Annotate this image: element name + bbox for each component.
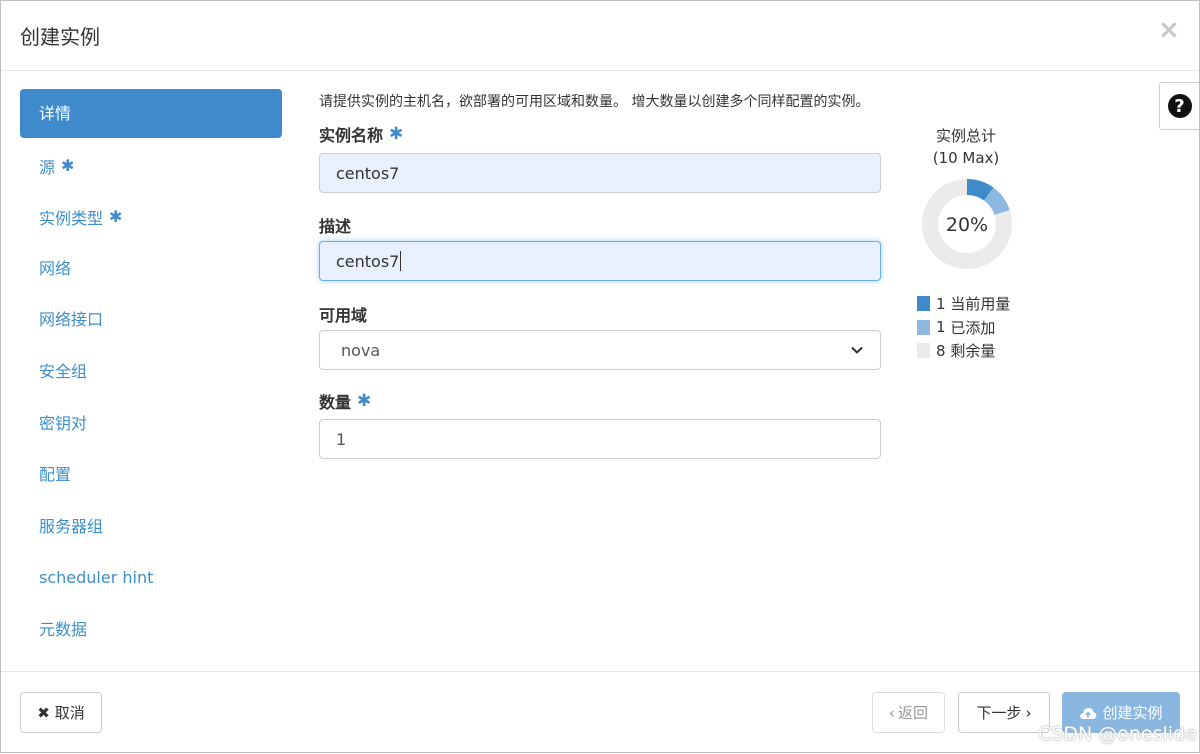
sidebar-item-label: 实例类型 — [39, 209, 104, 229]
legend-count: 1 — [936, 318, 946, 337]
sidebar-item-source[interactable]: 源 ✱ — [20, 141, 282, 190]
sidebar-item-label: 详情 — [39, 104, 72, 123]
create-instance-dialog: 创建实例 × ? 详情 源 ✱ 实例类型 ✱ 网络 网络接口 安全组 密钥对 配置 — [0, 0, 1200, 753]
close-icon[interactable]: × — [1158, 15, 1180, 45]
create-instance-label: 创建实例 — [1102, 704, 1163, 722]
legend-label: 已添加 — [950, 318, 996, 337]
help-button[interactable]: ? — [1159, 82, 1199, 130]
chart-title: 实例总计 — [935, 127, 996, 145]
availability-zone-label: 可用域 — [319, 306, 368, 325]
sidebar-item-flavor[interactable]: 实例类型 ✱ — [20, 192, 282, 241]
watermark: CSDN @oneslide — [1038, 723, 1197, 745]
sidebar-item-label: 网络 — [39, 258, 72, 278]
instance-name-label: 实例名称 ✱ — [319, 122, 403, 146]
close-icon: ✖ — [37, 703, 50, 722]
legend-count: 8 — [936, 341, 946, 360]
description-value: centos7 — [336, 251, 400, 271]
modal-title: 创建实例 — [20, 25, 100, 49]
sidebar-item-label: 源 — [39, 157, 56, 177]
legend-swatch — [917, 319, 930, 335]
sidebar-item-label: 配置 — [39, 465, 72, 485]
donut-center-label: 20% — [946, 214, 988, 236]
donut-slice-0 — [966, 179, 994, 201]
question-icon: ? — [1167, 94, 1192, 118]
sidebar-item-networks[interactable]: 网络 — [20, 244, 282, 293]
count-label-text: 数量 — [319, 393, 352, 412]
description-label: 描述 — [319, 217, 352, 236]
cloud-upload-icon — [1080, 707, 1097, 719]
sidebar-item-server-groups[interactable]: 服务器组 — [20, 502, 282, 551]
back-button[interactable]: ‹ 返回 — [872, 692, 945, 733]
sidebar-item-details[interactable]: 详情 — [20, 89, 282, 138]
sidebar-item-label: 服务器组 — [39, 516, 104, 536]
sidebar-item-scheduler-hint[interactable]: scheduler hint — [20, 553, 282, 602]
chart-legend: 1 当前用量 1 已添加 8 剩余量 — [917, 292, 1010, 363]
wizard-steps-sidebar: 详情 源 ✱ 实例类型 ✱ 网络 网络接口 安全组 密钥对 配置 服务器组 sche… — [20, 89, 282, 657]
intro-text: 请提供实例的主机名，欲部署的可用区域和数量。 增大数量以创建多个同样配置的实例。 — [319, 94, 870, 110]
legend-item-remaining: 8 剩余量 — [917, 339, 1010, 363]
sidebar-item-key-pair[interactable]: 密钥对 — [20, 399, 282, 448]
required-asterisk-icon: ✱ — [61, 155, 75, 175]
sidebar-item-label: 元数据 — [39, 619, 88, 639]
description-input[interactable]: centos7 — [319, 241, 881, 281]
cancel-button[interactable]: ✖ 取消 — [20, 692, 102, 733]
instance-name-label-text: 实例名称 — [319, 126, 384, 145]
modal-header: 创建实例 × — [1, 1, 1199, 71]
required-asterisk-icon: ✱ — [109, 207, 123, 227]
text-cursor — [400, 251, 402, 271]
next-label: 下一步 — [976, 704, 1022, 722]
instance-quota-chart: 实例总计 (10 Max) 20% — [906, 125, 1026, 283]
legend-swatch — [917, 296, 930, 312]
count-input[interactable]: 1 — [319, 419, 881, 459]
sidebar-item-network-ports[interactable]: 网络接口 — [20, 295, 282, 344]
next-button[interactable]: 下一步 › — [958, 692, 1050, 733]
cancel-label: 取消 — [54, 704, 85, 722]
sidebar-item-configuration[interactable]: 配置 — [20, 450, 282, 499]
donut-slice-1 — [983, 187, 1010, 216]
instance-name-value: centos7 — [336, 163, 400, 183]
chevron-left-icon: ‹ — [888, 703, 895, 722]
sidebar-item-label: scheduler hint — [39, 568, 154, 588]
sidebar-item-label: 密钥对 — [39, 413, 88, 433]
legend-count: 1 — [936, 294, 946, 313]
back-label: 返回 — [897, 704, 928, 722]
required-asterisk-icon: ✱ — [389, 124, 404, 144]
chart-subtitle: (10 Max) — [932, 149, 1000, 167]
availability-zone-select[interactable]: nova — [319, 330, 881, 370]
sidebar-item-label: 安全组 — [39, 361, 88, 381]
legend-label: 当前用量 — [950, 295, 1011, 314]
legend-item-current: 1 当前用量 — [917, 292, 1010, 316]
count-value: 1 — [336, 429, 347, 449]
chevron-down-icon — [851, 346, 863, 354]
legend-label: 剩余量 — [950, 342, 996, 361]
legend-item-added: 1 已添加 — [917, 316, 1010, 340]
required-asterisk-icon: ✱ — [357, 391, 372, 411]
instance-name-input[interactable]: centos7 — [319, 153, 881, 193]
chevron-right-icon: › — [1025, 703, 1032, 722]
availability-zone-value: nova — [341, 340, 381, 360]
modal-footer: ✖ 取消 ‹ 返回 下一步 › 创建实例 — [1, 671, 1199, 754]
count-label: 数量 ✱ — [319, 389, 371, 413]
quota-donut-chart: 20% — [922, 179, 1012, 269]
sidebar-item-security-groups[interactable]: 安全组 — [20, 347, 282, 396]
legend-swatch — [917, 343, 930, 359]
sidebar-item-label: 网络接口 — [39, 310, 104, 330]
sidebar-item-metadata[interactable]: 元数据 — [20, 605, 282, 654]
